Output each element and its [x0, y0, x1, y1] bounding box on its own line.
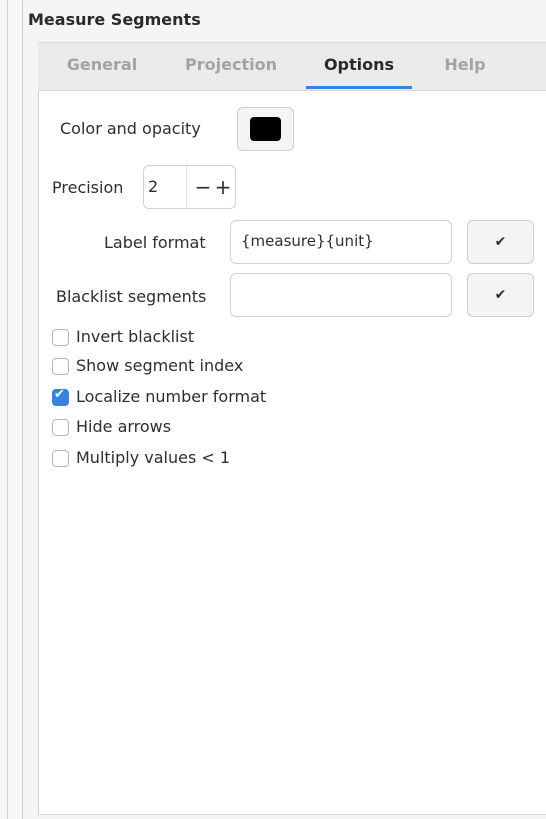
blacklist-segments-input[interactable] [241, 285, 436, 303]
blacklist-segments-field[interactable] [230, 273, 452, 317]
invert-blacklist-label[interactable]: Invert blacklist [76, 327, 194, 346]
checkmark-icon: ✔ [494, 287, 507, 303]
invert-blacklist-checkbox[interactable] [52, 329, 69, 346]
measure-segments-dock: Measure Segments General Projection Opti… [22, 0, 546, 819]
checkmark-icon: ✔ [494, 234, 507, 250]
color-swatch [250, 117, 281, 141]
increment-button[interactable]: + [212, 172, 234, 202]
decrement-button[interactable]: − [192, 172, 214, 202]
blacklist-apply-button[interactable]: ✔ [467, 273, 534, 317]
color-opacity-label: Color and opacity [60, 119, 201, 138]
show-segment-index-label[interactable]: Show segment index [76, 356, 243, 375]
tab-help[interactable]: Help [430, 43, 500, 89]
tab-general[interactable]: General [38, 43, 166, 89]
multiply-values-label[interactable]: Multiply values < 1 [76, 448, 230, 467]
active-tab-indicator [306, 86, 412, 89]
precision-spinbutton[interactable]: 2 − + [143, 165, 236, 209]
localize-number-format-label[interactable]: Localize number format [76, 387, 266, 406]
label-format-field[interactable] [230, 220, 452, 264]
panel-title: Measure Segments [28, 10, 201, 29]
color-picker-button[interactable] [237, 107, 294, 151]
label-format-input[interactable] [241, 232, 436, 250]
spin-divider [186, 166, 187, 208]
multiply-values-checkbox[interactable] [52, 450, 69, 467]
tab-options[interactable]: Options [306, 43, 412, 89]
left-gutter [0, 0, 22, 819]
hide-arrows-checkbox[interactable] [52, 419, 69, 436]
options-page: Color and opacity Precision 2 − + Label … [38, 90, 546, 815]
gutter-divider [7, 0, 8, 819]
tab-projection[interactable]: Projection [176, 43, 286, 89]
precision-label: Precision [52, 178, 124, 197]
show-segment-index-checkbox[interactable] [52, 358, 69, 375]
label-format-apply-button[interactable]: ✔ [467, 220, 534, 264]
check-icon: ✔ [54, 387, 65, 402]
precision-value[interactable]: 2 [148, 177, 158, 196]
hide-arrows-label[interactable]: Hide arrows [76, 417, 171, 436]
blacklist-segments-label: Blacklist segments [56, 287, 207, 306]
localize-number-format-checkbox[interactable]: ✔ [52, 387, 69, 406]
tab-bar: General Projection Options Help [38, 42, 546, 91]
label-format-label: Label format [104, 233, 206, 252]
